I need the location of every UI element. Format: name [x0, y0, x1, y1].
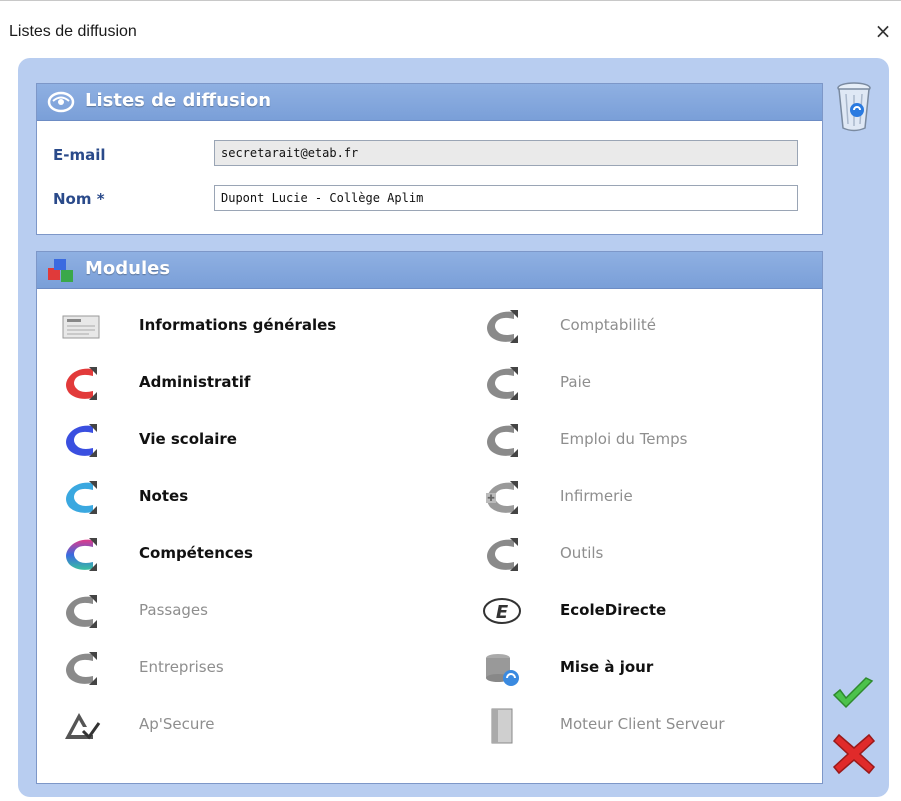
module-label: Ap'Secure [139, 715, 215, 733]
window-title: Listes de diffusion [9, 23, 137, 40]
module-item-right-1[interactable]: Paie [480, 361, 810, 405]
dialog-body: Listes de diffusion E-mail Nom * Modules… [18, 58, 889, 797]
module-label: Mise à jour [560, 658, 654, 676]
identity-panel: Listes de diffusion E-mail Nom * [36, 83, 823, 235]
server-icon [491, 708, 513, 744]
modules-cubes-icon [48, 259, 73, 282]
modules-panel: Modules Informations générales Administra… [36, 251, 823, 784]
c-blue-icon [66, 424, 97, 457]
database-update-icon [486, 654, 519, 686]
module-item-left-7[interactable]: Ap'Secure [59, 703, 389, 747]
checkmark-icon[interactable] [831, 676, 875, 712]
title-bar: Listes de diffusion × [0, 0, 901, 43]
svg-text:✚: ✚ [487, 494, 495, 504]
module-item-right-3[interactable]: ✚ Infirmerie [480, 475, 810, 519]
module-label: EcoleDirecte [560, 601, 667, 619]
module-item-right-2[interactable]: Emploi du Temps [480, 418, 810, 462]
module-label: Passages [139, 601, 208, 619]
module-item-right-0[interactable]: Comptabilité [480, 304, 810, 348]
module-item-left-1[interactable]: Administratif [59, 361, 389, 405]
c-gray-icon [487, 424, 518, 457]
email-field[interactable] [214, 140, 798, 166]
module-label: Informations générales [139, 316, 337, 334]
close-window-button[interactable]: × [871, 19, 895, 43]
module-item-left-5[interactable]: Passages [59, 589, 389, 633]
module-item-right-5[interactable]: E EcoleDirecte [480, 589, 810, 633]
c-gray-icon [487, 538, 518, 571]
apsecure-icon [65, 713, 101, 740]
module-label: Comptabilité [560, 316, 656, 334]
module-item-left-3[interactable]: Notes [59, 475, 389, 519]
module-item-right-6[interactable]: Mise à jour [480, 646, 810, 690]
email-label: E-mail [53, 146, 106, 164]
c-red-icon [66, 367, 97, 400]
modules-panel-header: Modules [37, 252, 822, 289]
c-gray-icon [487, 310, 518, 343]
module-label: Entreprises [139, 658, 224, 676]
module-label: Outils [560, 544, 604, 562]
ecoledirecte-icon: E [483, 598, 521, 624]
module-label: Compétences [139, 544, 253, 562]
trash-icon[interactable] [835, 80, 873, 134]
c-gray-cross-icon: ✚ [486, 481, 518, 514]
c-gray-icon [487, 367, 518, 400]
module-label: Infirmerie [560, 487, 633, 505]
module-label: Paie [560, 373, 591, 391]
name-field[interactable] [214, 185, 798, 211]
module-item-right-7[interactable]: Moteur Client Serveur [480, 703, 810, 747]
identity-panel-header: Listes de diffusion [37, 84, 822, 121]
module-label: Administratif [139, 373, 251, 391]
svg-text:E: E [496, 602, 509, 623]
name-label: Nom * [53, 190, 105, 208]
module-label: Emploi du Temps [560, 430, 688, 448]
module-label: Vie scolaire [139, 430, 237, 448]
c-gray-icon [66, 652, 97, 685]
module-item-left-2[interactable]: Vie scolaire [59, 418, 389, 462]
red-cross-icon[interactable] [833, 733, 875, 775]
newspaper-icon [62, 315, 100, 339]
module-label: Moteur Client Serveur [560, 715, 725, 733]
c-lightblue-icon [66, 481, 97, 514]
mailing-list-icon [47, 91, 75, 113]
identity-panel-title: Listes de diffusion [85, 90, 272, 111]
module-item-left-0[interactable]: Informations générales [59, 304, 389, 348]
module-item-left-4[interactable]: Compétences [59, 532, 389, 576]
modules-panel-title: Modules [85, 258, 171, 279]
module-item-right-4[interactable]: Outils [480, 532, 810, 576]
c-multicolor-icon [66, 538, 97, 571]
module-label: Notes [139, 487, 189, 505]
c-gray-icon [66, 595, 97, 628]
module-item-left-6[interactable]: Entreprises [59, 646, 389, 690]
